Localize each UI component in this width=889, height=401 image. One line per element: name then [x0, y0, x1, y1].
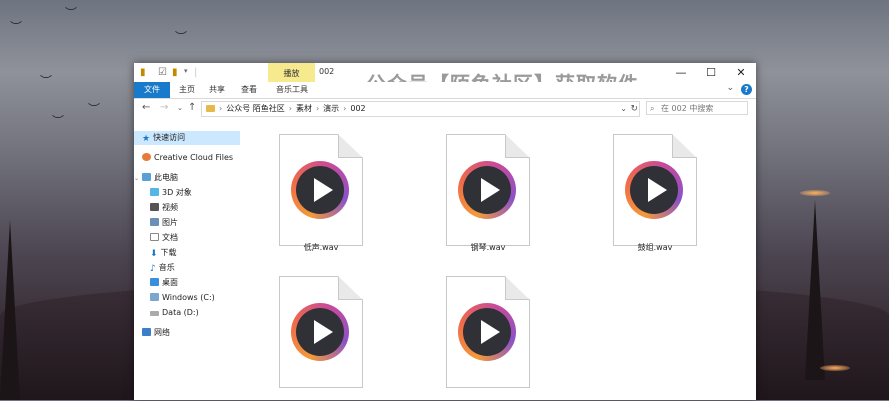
sidebar-item-quick-access[interactable]: ★ 快速访问 [134, 131, 240, 145]
sidebar-item-desktop[interactable]: 桌面 [142, 276, 248, 290]
expand-ribbon-icon[interactable]: ⌄ [726, 83, 734, 93]
navigation-pane: ★ 快速访问 Creative Cloud Files ⌄ 此电脑 3D 对象 视频… [134, 129, 242, 400]
play-icon [481, 178, 500, 202]
file-item[interactable] [253, 261, 363, 401]
tab-share[interactable]: 共享 [204, 82, 230, 98]
3d-objects-icon [150, 188, 159, 196]
folder-icon[interactable]: ▮ [140, 67, 146, 79]
divider: | [194, 67, 198, 78]
play-icon [481, 320, 500, 344]
network-icon [142, 328, 151, 336]
audio-file-icon [279, 134, 363, 246]
pictures-icon [150, 218, 159, 226]
search-placeholder: 在 002 中搜索 [661, 104, 714, 113]
audio-file-icon [446, 276, 530, 388]
sidebar-item-documents[interactable]: 文档 [142, 231, 248, 245]
explorer-window: ▮ ☑ ▮ ▾ | 播放 002 公众号【陌鱼社区】获取软件 — ☐ ✕ 文件 … [134, 63, 756, 400]
ember-glow [800, 190, 830, 196]
music-icon: ♪ [150, 264, 156, 274]
sidebar-item-this-pc[interactable]: ⌄ 此电脑 [134, 171, 240, 185]
tab-view[interactable]: 查看 [236, 82, 262, 98]
tab-music-tools[interactable]: 音乐工具 [272, 82, 312, 98]
file-name: 钢琴.wav [470, 243, 506, 252]
play-icon [648, 178, 667, 202]
properties-icon[interactable]: ☑ [158, 67, 167, 79]
manage-tab[interactable]: 播放 [268, 63, 315, 83]
tab-file[interactable]: 文件 [134, 82, 170, 98]
search-icon: ⌕ [650, 104, 655, 113]
breadcrumb-item[interactable]: 演示 [323, 102, 339, 116]
bird-icon: ︶ [40, 74, 53, 88]
file-item[interactable]: 钢琴.wav [420, 119, 530, 259]
sidebar-item-network[interactable]: 网络 [134, 326, 240, 340]
file-item[interactable]: 低声.wav [253, 119, 363, 259]
bird-icon: ︶ [88, 102, 101, 116]
computer-icon [142, 173, 151, 181]
audio-file-icon [613, 134, 697, 246]
bird-icon: ︶ [175, 30, 188, 44]
document-icon [150, 233, 159, 241]
recent-locations-icon[interactable]: ⌄ [177, 104, 183, 112]
file-item[interactable]: 鼓组.wav [587, 119, 697, 259]
audio-file-icon [446, 134, 530, 246]
separator-icon: › [315, 104, 320, 113]
audio-file-icon [279, 276, 363, 388]
file-name: 低声.wav [303, 243, 339, 252]
help-icon[interactable]: ? [741, 84, 752, 95]
sidebar-item-3d-objects[interactable]: 3D 对象 [142, 186, 248, 200]
sidebar-item-videos[interactable]: 视频 [142, 201, 248, 215]
close-button[interactable]: ✕ [726, 65, 756, 81]
star-icon: ★ [142, 134, 151, 144]
windows-drive-icon [150, 293, 159, 301]
tab-home[interactable]: 主页 [174, 82, 200, 98]
forward-icon[interactable]: → [160, 102, 168, 113]
sidebar-item-downloads[interactable]: ⬇ 下载 [142, 246, 248, 260]
address-dropdown-icon[interactable]: ⌄ [620, 102, 627, 116]
separator-icon: › [288, 104, 292, 113]
back-icon[interactable]: ← [142, 102, 150, 113]
spike-shape [0, 220, 20, 400]
file-list: 低声.wav 钢琴.wav 鼓组.wav [244, 119, 756, 400]
bird-icon: ︶ [52, 114, 65, 128]
title-bar: ▮ ☑ ▮ ▾ | 播放 002 公众号【陌鱼社区】获取软件 — ☐ ✕ [134, 63, 756, 96]
download-icon: ⬇ [150, 249, 158, 259]
ribbon-tabs: 文件 主页 共享 查看 音乐工具 ⌄ ? [134, 82, 756, 99]
separator-icon: › [343, 104, 347, 113]
address-bar-row: ← → ⌄ ↑ › 公众号 陌鱼社区 › 素材 › 演示 › 002 ⌄ ↻ ⌕ 在 002 … [134, 99, 756, 119]
play-icon [314, 178, 333, 202]
file-name: 鼓组.wav [637, 243, 673, 252]
refresh-icon[interactable]: ↻ [630, 102, 638, 116]
sidebar-item-pictures[interactable]: 图片 [142, 216, 248, 230]
spike-shape [805, 200, 825, 380]
desktop-icon [150, 278, 159, 286]
separator-icon: › [219, 104, 223, 113]
sidebar-item-music[interactable]: ♪ 音乐 [142, 261, 248, 275]
sidebar-item-drive-d[interactable]: Data (D:) [142, 306, 248, 320]
window-title: 002 [319, 67, 335, 76]
sidebar-item-drive-c[interactable]: Windows (C:) [142, 291, 248, 305]
breadcrumb-item[interactable]: 002 [350, 102, 365, 116]
new-folder-icon[interactable]: ▮ [172, 67, 178, 79]
creative-cloud-icon [142, 153, 151, 161]
breadcrumb-item[interactable]: 公众号 陌鱼社区 [226, 102, 285, 116]
video-icon [150, 203, 159, 211]
drive-icon [150, 311, 159, 316]
file-item[interactable] [420, 261, 530, 401]
folder-icon [206, 105, 215, 112]
search-input[interactable]: ⌕ 在 002 中搜索 [646, 101, 748, 115]
bird-icon: ︶ [10, 20, 23, 34]
minimize-button[interactable]: — [666, 65, 696, 81]
customize-toolbar-icon[interactable]: ▾ [184, 67, 188, 79]
address-field[interactable]: › 公众号 陌鱼社区 › 素材 › 演示 › 002 ⌄ ↻ [201, 101, 640, 117]
bird-icon: ︶ [65, 6, 78, 20]
breadcrumb-item[interactable]: 素材 [296, 102, 312, 116]
maximize-button[interactable]: ☐ [696, 65, 726, 81]
play-icon [314, 320, 333, 344]
sidebar-item-creative-cloud[interactable]: Creative Cloud Files [134, 151, 240, 165]
ember-glow [820, 365, 850, 371]
up-icon[interactable]: ↑ [188, 102, 196, 113]
